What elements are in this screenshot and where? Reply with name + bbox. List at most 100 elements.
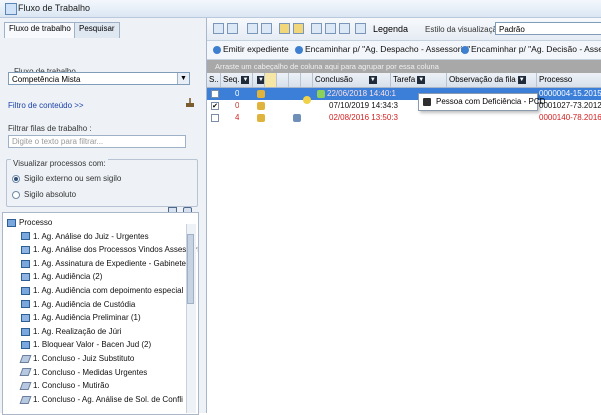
col-header-lock[interactable]	[265, 73, 277, 87]
row-conclusao: 22/06/2018 14:40:1	[327, 89, 396, 98]
document-icon	[213, 45, 221, 54]
tree-item-label: 1. Ag. Análise do Juiz - Urgentes	[33, 231, 149, 241]
row-seq: 0	[235, 101, 240, 110]
col-header-seq-label: Seq.	[223, 75, 240, 84]
encaminhar-decisao-button[interactable]: Encaminhar p/ "Ag. Decisão - Assess	[461, 44, 601, 54]
tree-item[interactable]: 1. Ag. Análise dos Processos Vindos Asse…	[21, 244, 199, 256]
tree-item[interactable]: 1. Ag. Análise do Juiz - Urgentes	[21, 231, 149, 243]
chevron-down-icon[interactable]: ▼	[177, 73, 189, 84]
row-checkbox[interactable]: ✔	[211, 102, 219, 110]
tab-pesquisar[interactable]: Pesquisar	[74, 22, 120, 38]
row-checkbox[interactable]	[211, 114, 219, 122]
context-menu-item-pcd[interactable]: Pessoa com Deficiência - PCD	[436, 97, 545, 106]
tree-item-label: 1. Ag. Audiência de Custódia	[33, 299, 136, 309]
tree-item-label: Processo	[19, 218, 53, 227]
tree-item[interactable]: 1. Concluso - Juiz Substituto	[19, 353, 135, 365]
legenda-button[interactable]: Legenda	[373, 24, 408, 34]
tree-item-label: 1. Concluso - Juiz Substituto	[33, 354, 135, 363]
row-conclusao: 07/10/2019 14:34:3	[329, 101, 398, 110]
col-header-conclusao[interactable]: Conclusão ▼	[313, 73, 391, 87]
table-row[interactable]: 4 02/08/2016 13:50:3 0000140-78.2016.8	[207, 112, 601, 124]
encaminhar-despacho-label: Encaminhar p/ "Ag. Despacho - Assessoria…	[305, 44, 471, 54]
pen-icon	[19, 382, 32, 391]
window-title: Fluxo de Trabalho	[18, 3, 91, 13]
col-header-observacao[interactable]: Observação da fila ▼	[447, 73, 537, 87]
tab-fluxo-de-trabalho[interactable]: Fluxo de trabalho	[4, 22, 76, 38]
tree-item-label: 1. Ag. Análise dos Processos Vindos Asse…	[33, 245, 199, 255]
tree-collapse-icon[interactable]	[261, 23, 272, 34]
tree-item[interactable]: 1. Ag. Realização de Júri	[21, 326, 122, 338]
tree-item[interactable]: 1. Ag. Audiência de Custódia	[21, 299, 135, 311]
row-checkbox[interactable]	[211, 90, 219, 98]
encaminhar-decisao-label: Encaminhar p/ "Ag. Decisão - Assess	[471, 44, 601, 54]
tree-item[interactable]: 1. Ag. Audiência com depoimento especial	[21, 285, 183, 297]
tree-item[interactable]: 1. Concluso - Mutirão	[19, 380, 109, 392]
folder-icon	[21, 341, 30, 350]
tree-scrollbar-thumb[interactable]	[187, 234, 194, 304]
filtrar-input[interactable]: Digite o texto para filtrar...	[8, 135, 186, 148]
row-conclusao: 02/08/2016 13:50:3	[329, 113, 398, 122]
tree-item[interactable]: 1. Concluso - Medidas Urgentes	[19, 367, 148, 379]
process-tree[interactable]: Processo 1. Ag. Análise do Juiz - Urgente…	[2, 212, 199, 415]
thumb-icon[interactable]	[186, 98, 194, 107]
emitir-expediente-label: Emitir expediente	[223, 44, 289, 54]
refresh-icon[interactable]	[213, 23, 224, 34]
search-icon[interactable]	[311, 23, 322, 34]
help-icon[interactable]	[355, 23, 366, 34]
filter-dropdown-icon[interactable]: ▼	[241, 75, 250, 84]
col-header-note[interactable]	[301, 73, 313, 87]
copy-icon[interactable]	[227, 23, 238, 34]
col-header-tarefa-label: Tarefa	[393, 75, 416, 84]
tree-item[interactable]: 1. Ag. Audiência (2)	[21, 271, 102, 283]
col-header-seq[interactable]: Seq. ▼	[221, 73, 253, 87]
visualizar-group: Visualizar processos com: Sigilo externo…	[6, 159, 198, 207]
folder-icon	[21, 327, 30, 336]
emitir-expediente-button[interactable]: Emitir expediente	[213, 44, 289, 54]
encaminhar-despacho-button[interactable]: Encaminhar p/ "Ag. Despacho - Assessoria…	[295, 44, 470, 54]
radio-sigilo-externo[interactable]	[12, 175, 20, 183]
document-icon	[21, 246, 30, 255]
radio-sigilo-absoluto-label: Sigilo absoluto	[24, 190, 77, 199]
filter-dropdown-icon[interactable]: ▼	[368, 75, 377, 84]
tree-item-label: 1. Ag. Audiência com depoimento especial	[33, 286, 184, 295]
fluxo-select[interactable]: Competência Mista ▼	[8, 72, 190, 85]
filter-dropdown-icon[interactable]: ▼	[517, 75, 526, 84]
print-icon[interactable]	[339, 23, 350, 34]
col-header-processo[interactable]: Processo	[537, 73, 601, 87]
group-by-hint: Arraste um cabeçalho de coluna aqui para…	[215, 62, 439, 71]
col-header-icon-1[interactable]: ▼	[253, 73, 265, 87]
filter-dropdown-icon[interactable]: ▼	[257, 75, 264, 84]
col-header-s[interactable]: S..	[207, 73, 221, 87]
estilo-select[interactable]: Padrão	[495, 22, 601, 35]
link-icon	[293, 114, 301, 122]
tree-item[interactable]: Processo	[7, 217, 52, 229]
col-header-observacao-label: Observação da fila	[449, 75, 516, 84]
col-header-attach[interactable]	[289, 73, 301, 87]
group-by-bar[interactable]: Arraste um cabeçalho de coluna aqui para…	[207, 60, 601, 73]
folder-icon	[21, 286, 30, 295]
filter-dropdown-icon[interactable]: ▼	[417, 75, 426, 84]
tree-item-label: 1. Concluso - Ag. Análise de Sol. de Con…	[33, 394, 183, 404]
priority-icon	[257, 114, 265, 122]
search-filter-icon[interactable]	[325, 23, 336, 34]
folder-icon[interactable]	[279, 23, 290, 34]
pen-icon	[19, 395, 32, 404]
tree-item[interactable]: 1. Bloquear Valor - Bacen Jud (2)	[21, 339, 151, 351]
tree-item[interactable]: 1. Concluso - Ag. Análise de Sol. de Con…	[19, 394, 183, 406]
folder-icon	[21, 259, 30, 268]
radio-sigilo-externo-label: Sigilo externo ou sem sigilo	[24, 174, 122, 183]
col-header-flag[interactable]	[277, 73, 289, 87]
row-processo: 0001027-73.2012.8	[539, 101, 601, 110]
pen-icon	[19, 354, 32, 363]
tree-item-label: 1. Concluso - Medidas Urgentes	[33, 367, 148, 377]
filtro-conteudo-link[interactable]: Filtro de conteúdo >>	[8, 101, 84, 110]
status-icon	[317, 90, 325, 98]
folder-edit-icon[interactable]	[293, 23, 304, 34]
tree-expand-icon[interactable]	[247, 23, 258, 34]
col-header-tarefa[interactable]: Tarefa ▼	[391, 73, 447, 87]
document-icon	[21, 273, 30, 282]
radio-sigilo-absoluto[interactable]	[12, 191, 20, 199]
context-menu[interactable]: Pessoa com Deficiência - PCD	[418, 93, 545, 111]
tree-item[interactable]: 1. Ag. Audiência Preliminar (1)	[21, 312, 141, 324]
tree-item[interactable]: 1. Ag. Assinatura de Expediente - Gabine…	[21, 258, 186, 270]
